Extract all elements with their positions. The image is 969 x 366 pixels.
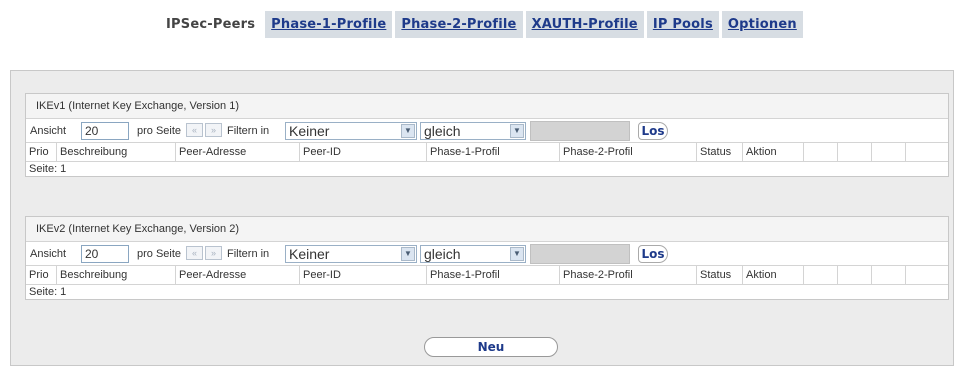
per-page-label: pro Seite xyxy=(137,248,182,260)
next-page-button[interactable]: » xyxy=(205,123,222,137)
ikev1-table-header: Prio Beschreibung Peer-Adresse Peer-ID P… xyxy=(26,143,948,162)
ikev1-go-button[interactable]: Los xyxy=(638,122,668,140)
ikev2-filter-bar: Ansicht 20 pro Seite « » Filtern in Kein… xyxy=(26,242,948,266)
col-peer-adresse: Peer-Adresse xyxy=(175,143,246,161)
ikev2-go-button[interactable]: Los xyxy=(638,245,668,263)
tab-xauth-profile[interactable]: XAUTH-Profile xyxy=(525,11,644,38)
tab-ip-pools[interactable]: IP Pools xyxy=(646,11,719,38)
main-panel: IKEv1 (Internet Key Exchange, Version 1)… xyxy=(10,70,954,366)
ikev1-section: IKEv1 (Internet Key Exchange, Version 1)… xyxy=(25,93,949,177)
col-empty-3 xyxy=(871,143,875,161)
col-empty-4 xyxy=(905,266,909,284)
col-empty-2 xyxy=(837,143,841,161)
ikev2-title: IKEv2 (Internet Key Exchange, Version 2) xyxy=(26,217,948,242)
tab-phase-2-profile[interactable]: Phase-2-Profile xyxy=(395,11,523,38)
col-empty-1 xyxy=(803,143,807,161)
ikev1-filter-op-select[interactable]: gleich ▼ xyxy=(420,122,526,140)
filter-in-label: Filtern in xyxy=(227,248,270,260)
col-phase-2-profil: Phase-2-Profil xyxy=(559,143,633,161)
col-phase-1-profil: Phase-1-Profil xyxy=(426,143,500,161)
chevron-down-icon: ▼ xyxy=(401,124,415,138)
ikev1-per-page-input[interactable]: 20 xyxy=(81,122,129,140)
ikev1-filter-bar: Ansicht 20 pro Seite « » Filtern in Kein… xyxy=(26,119,948,143)
col-empty-1 xyxy=(803,266,807,284)
chevron-down-icon: ▼ xyxy=(510,247,524,261)
col-phase-1-profil: Phase-1-Profil xyxy=(426,266,500,284)
col-phase-2-profil: Phase-2-Profil xyxy=(559,266,633,284)
ikev2-section: IKEv2 (Internet Key Exchange, Version 2)… xyxy=(25,216,949,300)
col-empty-2 xyxy=(837,266,841,284)
col-status: Status xyxy=(696,266,731,284)
ikev1-filter-op-value: gleich xyxy=(424,123,461,139)
ikev1-page-info: Seite: 1 xyxy=(29,163,67,175)
col-prio: Prio xyxy=(29,146,49,158)
ikev2-filter-value-input[interactable] xyxy=(530,244,630,264)
next-page-button[interactable]: » xyxy=(205,246,222,260)
col-status: Status xyxy=(696,143,731,161)
prev-page-button[interactable]: « xyxy=(186,123,203,137)
col-aktion: Aktion xyxy=(742,143,777,161)
col-peer-adresse: Peer-Adresse xyxy=(175,266,246,284)
ikev2-page-info: Seite: 1 xyxy=(29,286,67,298)
filter-in-label: Filtern in xyxy=(227,125,270,137)
ikev1-filter-value-input[interactable] xyxy=(530,121,630,141)
per-page-label: pro Seite xyxy=(137,125,182,137)
tab-bar: IPSec-Peers Phase-1-Profile Phase-2-Prof… xyxy=(159,11,803,38)
col-beschreibung: Beschreibung xyxy=(56,143,127,161)
col-peer-id: Peer-ID xyxy=(299,266,341,284)
new-button[interactable]: Neu xyxy=(424,337,558,357)
tab-ipsec-peers[interactable]: IPSec-Peers xyxy=(159,11,263,38)
chevron-down-icon: ▼ xyxy=(510,124,524,138)
col-empty-4 xyxy=(905,143,909,161)
view-label: Ansicht xyxy=(30,248,67,260)
ikev2-filter-field-select[interactable]: Keiner ▼ xyxy=(285,245,417,263)
ikev2-filter-op-value: gleich xyxy=(424,246,461,262)
ikev1-filter-field-value: Keiner xyxy=(289,123,330,139)
col-prio: Prio xyxy=(29,269,49,281)
col-peer-id: Peer-ID xyxy=(299,143,341,161)
tab-phase-1-profile[interactable]: Phase-1-Profile xyxy=(265,11,393,38)
col-aktion: Aktion xyxy=(742,266,777,284)
ikev1-title: IKEv1 (Internet Key Exchange, Version 1) xyxy=(26,94,948,119)
ikev2-filter-field-value: Keiner xyxy=(289,246,330,262)
view-label: Ansicht xyxy=(30,125,67,137)
ikev2-per-page-input[interactable]: 20 xyxy=(81,245,129,263)
col-beschreibung: Beschreibung xyxy=(56,266,127,284)
tab-optionen[interactable]: Optionen xyxy=(721,11,803,38)
chevron-down-icon: ▼ xyxy=(401,247,415,261)
ikev2-filter-op-select[interactable]: gleich ▼ xyxy=(420,245,526,263)
prev-page-button[interactable]: « xyxy=(186,246,203,260)
ikev2-table-header: Prio Beschreibung Peer-Adresse Peer-ID P… xyxy=(26,266,948,285)
col-empty-3 xyxy=(871,266,875,284)
ikev1-filter-field-select[interactable]: Keiner ▼ xyxy=(285,122,417,140)
